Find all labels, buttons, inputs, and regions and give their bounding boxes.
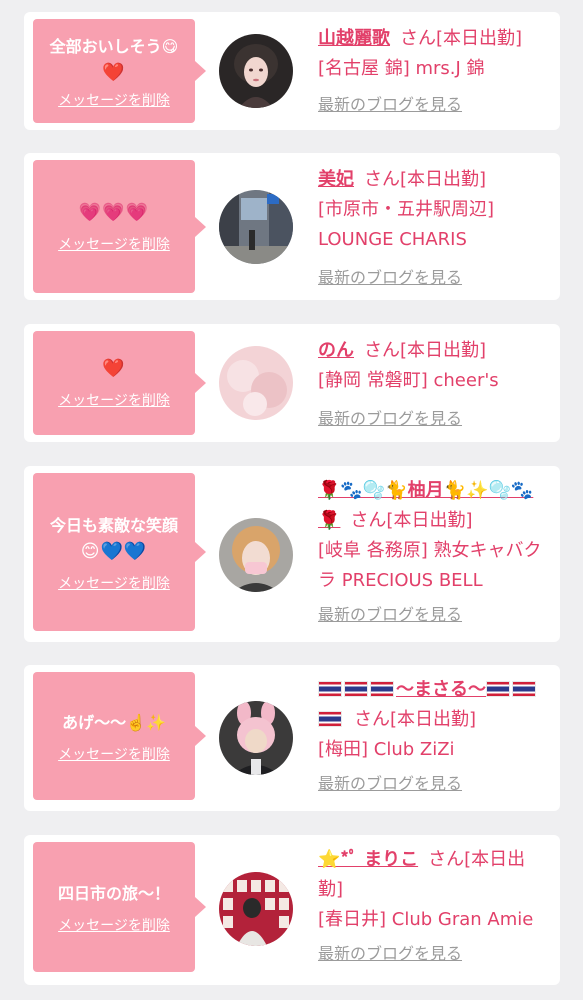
shop-name: [静岡 常磐町] cheer's bbox=[318, 370, 499, 391]
message-text: 今日も素敵な笑顔 bbox=[49, 515, 178, 535]
cast-status: さん[本日出勤] bbox=[364, 169, 487, 190]
avatar[interactable] bbox=[219, 518, 293, 592]
cast-info: 〜まさる〜 さん[本日出勤] [梅田] Club ZiZi 最新のブログを見る bbox=[318, 675, 550, 799]
message-bubble: ❤️ メッセージを削除 bbox=[33, 331, 206, 435]
message-card: 💗💗💗 メッセージを削除 美妃 さん[本日出勤] [市原市・五井駅周辺] LOUN… bbox=[24, 153, 560, 300]
cast-name-text: 〜まさる〜 bbox=[396, 679, 486, 700]
cast-status: さん[本日出勤] bbox=[400, 28, 523, 49]
cast-name-link[interactable]: のん bbox=[318, 340, 354, 361]
message-bubble: 全部おいしそう😋 ❤️ メッセージを削除 bbox=[33, 19, 206, 123]
cast-status: さん[本日出勤] bbox=[350, 510, 473, 531]
shop-name: [岐阜 各務原] 熟女キャバクラ PRECIOUS BELL bbox=[318, 540, 542, 591]
message-list: 全部おいしそう😋 ❤️ メッセージを削除 山越麗歌 さん[本日出勤] [名古屋 錦… bbox=[0, 0, 583, 1000]
cast-info: 美妃 さん[本日出勤] [市原市・五井駅周辺] LOUNGE CHARIS 最新の… bbox=[318, 165, 550, 293]
message-bubble: 今日も素敵な笑顔 😊💙💙 メッセージを削除 bbox=[33, 473, 206, 631]
message-emoji: 💗💗💗 bbox=[78, 201, 150, 223]
avatar[interactable] bbox=[219, 872, 293, 946]
delete-message-link[interactable]: メッセージを削除 bbox=[58, 90, 170, 110]
latest-blog-link[interactable]: 最新のブログを見る bbox=[318, 939, 462, 969]
message-bubble: 💗💗💗 メッセージを削除 bbox=[33, 160, 206, 293]
latest-blog-link[interactable]: 最新のブログを見る bbox=[318, 600, 462, 630]
cast-name-link-cont[interactable] bbox=[318, 709, 344, 730]
delete-message-link[interactable]: メッセージを削除 bbox=[58, 573, 170, 593]
shop-name: [市原市・五井駅周辺] LOUNGE CHARIS bbox=[318, 199, 495, 250]
thailand-flag-icon bbox=[486, 681, 510, 697]
delete-message-link[interactable]: メッセージを削除 bbox=[58, 744, 170, 764]
delete-message-link[interactable]: メッセージを削除 bbox=[58, 915, 170, 935]
message-card: 四日市の旅〜！ メッセージを削除 ⭐️*ﾟ まりこ さん[本日出勤] [春日井]… bbox=[24, 835, 560, 985]
message-card: 全部おいしそう😋 ❤️ メッセージを削除 山越麗歌 さん[本日出勤] [名古屋 錦… bbox=[24, 12, 560, 130]
latest-blog-link[interactable]: 最新のブログを見る bbox=[318, 263, 462, 293]
message-card: あげ〜〜☝️✨ メッセージを削除 〜まさる〜 さん[本日出勤] [梅田] Clu… bbox=[24, 665, 560, 811]
message-text: 全部おいしそう😋 bbox=[49, 36, 179, 56]
thailand-flag-icon bbox=[370, 681, 394, 697]
message-text: 四日市の旅〜！ bbox=[57, 883, 170, 903]
avatar[interactable] bbox=[219, 346, 293, 420]
message-card: 今日も素敵な笑顔 😊💙💙 メッセージを削除 🌹🐾🫧🐈柚月🐈✨🫧🐾🌹 さん[本日出勤… bbox=[24, 466, 560, 642]
thailand-flag-icon bbox=[512, 681, 536, 697]
shop-name: [梅田] Club ZiZi bbox=[318, 739, 455, 760]
avatar[interactable] bbox=[219, 34, 293, 108]
avatar[interactable] bbox=[219, 190, 293, 264]
shop-name: [名古屋 錦] mrs.J 錦 bbox=[318, 58, 485, 79]
cast-info: 🌹🐾🫧🐈柚月🐈✨🫧🐾🌹 さん[本日出勤] [岐阜 各務原] 熟女キャバクラ PRE… bbox=[318, 476, 550, 630]
avatar[interactable] bbox=[219, 701, 293, 775]
message-bubble: 四日市の旅〜！ メッセージを削除 bbox=[33, 842, 206, 972]
message-card: ❤️ メッセージを削除 のん さん[本日出勤] [静岡 常磐町] cheer's … bbox=[24, 324, 560, 442]
cast-status: さん[本日出勤] bbox=[354, 709, 477, 730]
message-text: あげ〜〜☝️✨ bbox=[62, 712, 166, 732]
cast-name-link[interactable]: 美妃 bbox=[318, 169, 354, 190]
shop-name: [春日井] Club Gran Amie bbox=[318, 909, 534, 930]
message-emoji: ❤️ bbox=[102, 358, 126, 379]
message-emoji: 😊💙💙 bbox=[80, 540, 148, 562]
latest-blog-link[interactable]: 最新のブログを見る bbox=[318, 404, 462, 434]
latest-blog-link[interactable]: 最新のブログを見る bbox=[318, 90, 462, 120]
thailand-flag-icon bbox=[318, 681, 342, 697]
cast-name-link[interactable]: 山越麗歌 bbox=[318, 28, 390, 49]
cast-name-link[interactable]: ⭐️*ﾟ まりこ bbox=[318, 849, 418, 870]
cast-status: さん[本日出勤] bbox=[364, 340, 487, 361]
cast-info: ⭐️*ﾟ まりこ さん[本日出勤] [春日井] Club Gran Amie 最新… bbox=[318, 845, 550, 969]
cast-info: 山越麗歌 さん[本日出勤] [名古屋 錦] mrs.J 錦 最新のブログを見る bbox=[318, 24, 550, 120]
message-emoji: ❤️ bbox=[102, 61, 126, 83]
cast-info: のん さん[本日出勤] [静岡 常磐町] cheer's 最新のブログを見る bbox=[318, 336, 550, 434]
message-bubble: あげ〜〜☝️✨ メッセージを削除 bbox=[33, 672, 206, 800]
delete-message-link[interactable]: メッセージを削除 bbox=[58, 390, 170, 410]
thailand-flag-icon bbox=[318, 711, 342, 727]
cast-name-link[interactable]: 〜まさる〜 bbox=[318, 679, 538, 700]
thailand-flag-icon bbox=[344, 681, 368, 697]
delete-message-link[interactable]: メッセージを削除 bbox=[58, 234, 170, 254]
latest-blog-link[interactable]: 最新のブログを見る bbox=[318, 769, 462, 799]
